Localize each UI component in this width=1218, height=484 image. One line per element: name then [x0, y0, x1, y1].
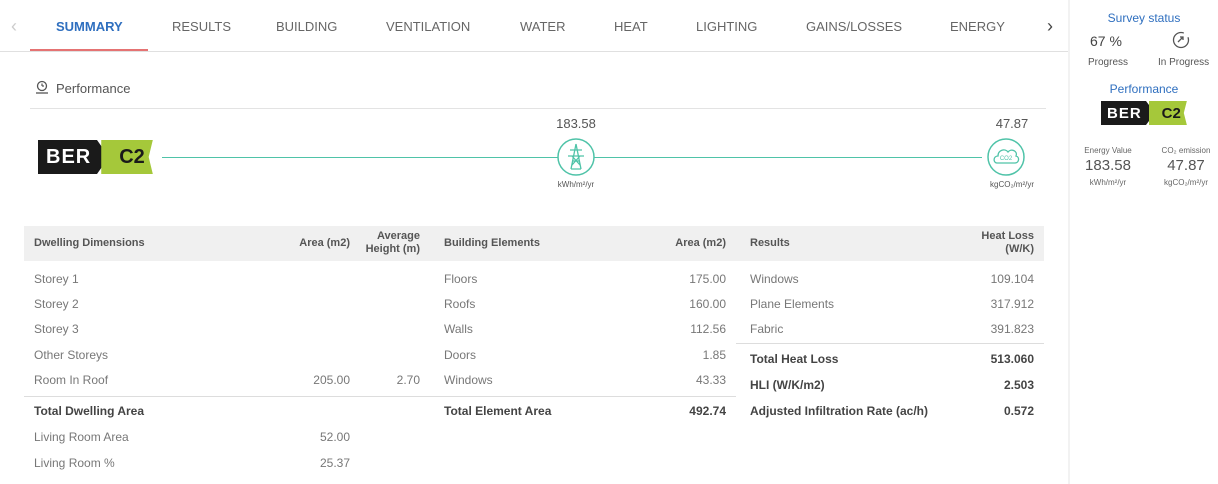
table-row: Windows	[444, 373, 493, 387]
tab-water[interactable]: WATER	[520, 19, 566, 34]
infiltration-label: Adjusted Infiltration Rate (ac/h)	[750, 404, 929, 418]
table-row: Living Room %	[34, 456, 115, 470]
svg-text:CO2: CO2	[1000, 156, 1013, 162]
table-cell: 25.37	[319, 456, 350, 470]
divider	[30, 108, 1046, 109]
table-row: Plane Elements	[750, 297, 835, 311]
table-row: Storey 3	[34, 322, 79, 336]
side-co2-unit: kgCO₂/m²/yr	[1164, 178, 1208, 187]
side-energy-unit: kWh/m²/yr	[1089, 178, 1127, 187]
table-row: Room In Roof	[34, 373, 109, 387]
tab-building[interactable]: BUILDING	[276, 19, 337, 34]
side-panel: Survey status 67 % Progress In Progress …	[1070, 0, 1218, 484]
infiltration-value: 0.572	[1003, 404, 1034, 418]
divider	[434, 396, 736, 397]
tab-results[interactable]: RESULTS	[172, 19, 231, 34]
hli-value: 2.503	[1003, 378, 1034, 392]
tab-energy[interactable]: ENERGY	[950, 19, 1005, 34]
tab-gains-losses[interactable]: GAINS/LOSSES	[806, 19, 902, 34]
ber-rating-badge: BER C2	[38, 140, 153, 174]
table-cell: 52.00	[319, 430, 350, 444]
tab-scroll-right-icon[interactable]: ›	[1040, 16, 1060, 37]
table-cell: 109.104	[990, 272, 1034, 286]
survey-status-title: Survey status	[1107, 11, 1181, 25]
table-row: Living Room Area	[34, 430, 129, 444]
side-ber-rating-badge: BER C2	[1101, 101, 1187, 125]
energy-unit: kWh/m²/yr	[557, 180, 595, 189]
table-cell: 43.33	[695, 373, 726, 387]
table-row: Storey 2	[34, 297, 79, 311]
table-cell: 2.70	[396, 373, 420, 387]
tab-scroll-left-icon[interactable]: ‹	[4, 16, 24, 37]
table-row: Doors	[444, 348, 477, 362]
main-panel: ‹ SUMMARY RESULTS BUILDING VENTILATION W…	[0, 0, 1068, 484]
table-row: Storey 1	[34, 272, 79, 286]
total-heat-loss-label: Total Heat Loss	[750, 352, 839, 366]
elements-header-area: Area (m2)	[675, 237, 726, 249]
progress-label: Progress	[1088, 57, 1129, 68]
ber-rating: C2	[101, 140, 153, 174]
co2-cloud-icon: CO2	[987, 138, 1025, 176]
in-progress-icon	[1172, 31, 1190, 49]
table-row: Fabric	[750, 322, 784, 336]
elements-total-value: 492.74	[689, 404, 726, 418]
table-cell: 205.00	[313, 373, 350, 387]
tab-summary[interactable]: SUMMARY	[56, 19, 123, 34]
ber-prefix: BER	[38, 140, 110, 174]
table-row: Walls	[444, 322, 473, 336]
table-cell: 112.56	[690, 322, 726, 336]
tab-lighting[interactable]: LIGHTING	[696, 19, 757, 34]
status-label: In Progress	[1158, 57, 1210, 68]
divider	[24, 396, 434, 397]
performance-header: Performance	[34, 80, 130, 96]
side-co2-value: 47.87	[1167, 157, 1205, 174]
table-cell: 1.85	[702, 348, 726, 362]
side-energy-value: 183.58	[1085, 157, 1131, 174]
side-ber-prefix: BER	[1101, 101, 1155, 125]
results-header-name: Results	[750, 237, 790, 249]
table-row: Other Storeys	[34, 348, 109, 362]
side-performance-title: Performance	[1109, 82, 1179, 96]
elements-header-name: Building Elements	[444, 237, 540, 249]
side-ber-rating: C2	[1148, 101, 1187, 125]
table-cell: 391.823	[990, 322, 1034, 336]
performance-title: Performance	[56, 80, 131, 96]
table-cell: 175.00	[689, 272, 726, 286]
active-tab-indicator	[30, 49, 148, 51]
performance-icon	[36, 80, 48, 94]
table-row: Windows	[750, 272, 799, 286]
table-row: Roofs	[444, 297, 476, 311]
dwelling-header-name: Dwelling Dimensions	[34, 237, 145, 249]
tab-bar: ‹ SUMMARY RESULTS BUILDING VENTILATION W…	[0, 0, 1068, 52]
tab-ventilation[interactable]: VENTILATION	[386, 19, 470, 34]
energy-pylon-icon	[557, 138, 595, 176]
energy-value-label: Energy Value	[1084, 146, 1132, 155]
energy-value: 183.58	[556, 116, 596, 131]
dwelling-header-area: Area (m2)	[299, 237, 350, 249]
hli-label: HLI (W/K/m2)	[750, 378, 825, 392]
total-heat-loss-value: 513.060	[990, 352, 1034, 366]
results-header-value: Heat Loss (W/K)	[981, 230, 1034, 255]
tab-heat[interactable]: HEAT	[614, 19, 648, 34]
co2-unit: kgCO₂/m²/yr	[990, 180, 1034, 189]
co2-value: 47.87	[995, 116, 1029, 131]
table-cell: 317.912	[990, 297, 1034, 311]
co2-emission-label: CO₂ emission	[1161, 146, 1211, 155]
table-row: Floors	[444, 272, 478, 286]
divider	[736, 343, 1044, 344]
table-cell: 160.00	[689, 297, 726, 311]
progress-value: 67 %	[1090, 33, 1122, 49]
elements-total-label: Total Element Area	[444, 404, 552, 418]
dwelling-header-height: Average Height (m)	[365, 230, 420, 255]
dwelling-total-label: Total Dwelling Area	[34, 404, 145, 418]
